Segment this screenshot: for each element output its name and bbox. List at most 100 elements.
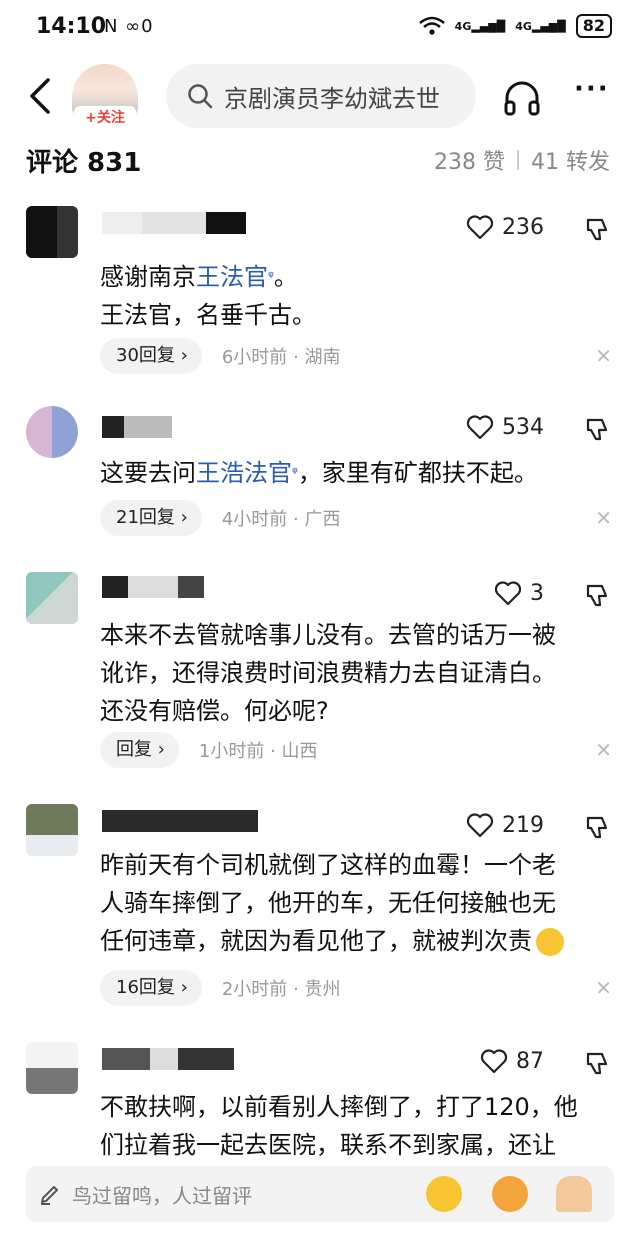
reply-count-button[interactable]: 16回复 ›: [100, 970, 202, 1006]
reply-count-button[interactable]: 30回复 ›: [100, 338, 202, 374]
heart-icon: [466, 813, 494, 838]
comment-count-row: 评论 831 238 赞 41 转发: [0, 140, 640, 182]
comment-line: 感谢南京王法官ᵠ。: [100, 258, 620, 296]
thumbs-down-icon[interactable]: [584, 814, 612, 842]
comment-line: 昨前天有个司机就倒了这样的血霉！一个老: [100, 851, 556, 879]
reply-count-button[interactable]: 回复 ›: [100, 732, 179, 768]
signal-1-icon: 4G▂▄▆█: [454, 19, 506, 33]
comment-meta: 21回复 › 4小时前 · 广西: [100, 500, 340, 536]
crying-emoji-icon: [536, 928, 564, 956]
reply-label: 16回复: [116, 977, 175, 998]
top-bar: +关注 京剧演员李幼斌去世 ···: [0, 60, 640, 132]
like-count: 87: [516, 1048, 544, 1074]
comment-line: 人骑车摔倒了，他开的车，无任何接触也无: [100, 889, 556, 917]
reply-count-button[interactable]: 21回复 ›: [100, 500, 202, 536]
text-suffix: 。: [273, 263, 298, 291]
redacted-block: [150, 1048, 178, 1070]
net2-label: 4G: [515, 19, 532, 33]
comment-username-redacted[interactable]: [102, 576, 204, 604]
comment-text: 本来不去管就啥事儿没有。去管的话万一被 讹诈，还得浪费时间浪费精力去自证清白。 …: [100, 616, 620, 730]
comment-avatar[interactable]: [26, 572, 78, 624]
back-button[interactable]: [22, 74, 62, 118]
search-text: 京剧演员李幼斌去世: [224, 84, 440, 113]
comment-username-redacted[interactable]: [102, 810, 258, 838]
topic-link[interactable]: 王法官: [196, 263, 268, 291]
reply-label: 回复: [116, 739, 152, 760]
text-prefix: 这要去问: [100, 459, 196, 487]
redacted-block: [102, 212, 142, 234]
comment-username-redacted[interactable]: [102, 416, 172, 444]
thumbs-down-icon[interactable]: [584, 582, 612, 610]
text-suffix: ，家里有矿都扶不起。: [297, 459, 538, 487]
redacted-block: [128, 576, 178, 598]
comment-line: 任何违章，就因为看见他了，就被判次责: [100, 922, 620, 960]
heart-icon: [466, 215, 494, 240]
like-count: 236: [502, 214, 544, 240]
text-prefix: 感谢南京: [100, 263, 196, 291]
like-button[interactable]: 236: [466, 214, 544, 240]
close-icon[interactable]: ✕: [595, 506, 612, 530]
heart-icon: [466, 415, 494, 440]
close-icon[interactable]: ✕: [595, 976, 612, 1000]
like-button[interactable]: 534: [466, 414, 544, 440]
comment-line: 本来不去管就啥事儿没有。去管的话万一被: [100, 621, 556, 649]
close-icon[interactable]: ✕: [595, 344, 612, 368]
comment-meta: 30回复 › 6小时前 · 湖南: [100, 338, 340, 374]
redacted-block: [102, 1048, 150, 1070]
like-button[interactable]: 87: [480, 1048, 544, 1074]
comment-line: 这要去问王浩法官ᵠ，家里有矿都扶不起。: [100, 454, 620, 492]
search-bar[interactable]: 京剧演员李幼斌去世: [166, 64, 476, 128]
comment-line: 还没有赔偿。何必呢?: [100, 697, 329, 725]
crying-emoji-icon[interactable]: [426, 1176, 462, 1212]
like-count: 534: [502, 414, 544, 440]
comment-meta: 16回复 › 2小时前 · 贵州: [100, 970, 340, 1006]
redacted-block: [102, 416, 124, 438]
headphones-icon[interactable]: [502, 78, 542, 118]
stats-divider: [517, 150, 519, 170]
comment-text: 这要去问王浩法官ᵠ，家里有矿都扶不起。: [100, 454, 620, 492]
status-time: 14:10: [36, 14, 107, 39]
angry-emoji-icon[interactable]: [492, 1176, 528, 1212]
like-button[interactable]: 3: [494, 580, 544, 606]
comment-line: 们拉着我一起去医院，联系不到家属，还让: [100, 1131, 556, 1159]
comment-count-title: 评论 831: [26, 148, 142, 178]
like-button[interactable]: 219: [466, 812, 544, 838]
comment-avatar[interactable]: [26, 1042, 78, 1094]
comment-text: 昨前天有个司机就倒了这样的血霉！一个老 人骑车摔倒了，他开的车，无任何接触也无 …: [100, 846, 620, 960]
comment-line: 不敢扶啊，以前看别人摔倒了，打了120，他: [100, 1093, 578, 1121]
comment-avatar[interactable]: [26, 206, 78, 258]
comment-line-text: 任何违章，就因为看见他了，就被判次责: [100, 927, 532, 955]
thumbs-down-icon[interactable]: [584, 216, 612, 244]
comment-avatar[interactable]: [26, 406, 78, 458]
reposts-count[interactable]: 41 转发: [531, 144, 610, 176]
comment-line: 王法官，名垂千古。: [100, 301, 316, 329]
thumbs-down-icon[interactable]: [584, 1050, 612, 1078]
topic-link[interactable]: 王浩法官: [196, 459, 292, 487]
comment-text: 不敢扶啊，以前看别人摔倒了，打了120，他 们拉着我一起去医院，联系不到家属，还…: [100, 1088, 620, 1164]
more-icon[interactable]: ···: [574, 74, 618, 114]
thumbs-down-icon[interactable]: [584, 416, 612, 444]
comment-time-location: 1小时前 · 山西: [198, 741, 318, 762]
author-avatar[interactable]: +关注: [72, 64, 138, 130]
close-icon[interactable]: ✕: [595, 738, 612, 762]
comment-username-redacted[interactable]: [102, 1048, 234, 1076]
system-icons: N ∞0: [104, 16, 154, 37]
comment-input-bar[interactable]: 鸟过留鸣，人过留评: [26, 1166, 614, 1222]
redacted-block: [178, 576, 204, 598]
redacted-block: [206, 212, 246, 234]
status-right: 4G▂▄▆█ 4G▂▄▆█ 82: [418, 14, 612, 38]
comment-line: 讹诈，还得浪费时间浪费精力去自证清白。: [100, 659, 556, 687]
comment-time-location: 2小时前 · 贵州: [221, 979, 341, 1000]
comment-username-redacted[interactable]: [102, 212, 246, 240]
redacted-block: [102, 576, 128, 598]
status-bar: 14:10 N ∞0 4G▂▄▆█ 4G▂▄▆█ 82: [0, 0, 640, 56]
praying-hands-icon[interactable]: [556, 1176, 592, 1212]
heart-icon: [480, 1049, 508, 1074]
comment-avatar[interactable]: [26, 804, 78, 856]
follow-button[interactable]: +关注: [74, 106, 136, 130]
pen-icon: [41, 1186, 58, 1205]
back-arrow-icon: [30, 78, 50, 114]
likes-count[interactable]: 238 赞: [434, 144, 505, 176]
redacted-block: [142, 212, 206, 234]
like-count: 219: [502, 812, 544, 838]
